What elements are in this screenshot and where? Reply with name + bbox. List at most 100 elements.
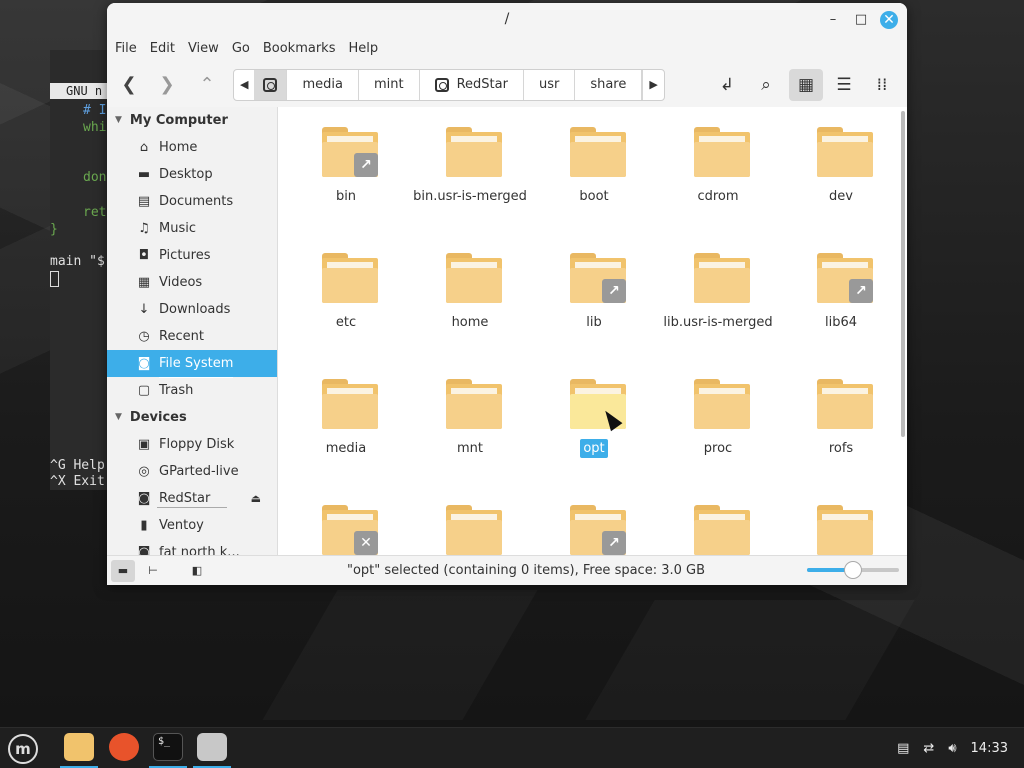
show-treeview-button[interactable]: ⊢ — [141, 560, 165, 582]
folder-item[interactable]: bin.usr-is-merged — [408, 107, 532, 227]
close-button[interactable]: ✕ — [880, 11, 898, 29]
sidebar-item-gparted-live[interactable]: ◎ GParted-live — [107, 458, 277, 485]
folder-icon — [817, 379, 873, 429]
breadcrumb-scroll-left[interactable]: ◀ — [234, 70, 254, 100]
menu-view[interactable]: View — [188, 37, 227, 63]
folder-icon — [694, 505, 750, 555]
minimize-button[interactable]: – — [824, 11, 842, 29]
menu-button[interactable]: m — [2, 728, 40, 768]
sidebar-item-redstar[interactable]: ◙ RedStar ⏏ — [107, 485, 277, 512]
breadcrumb-mint[interactable]: mint — [359, 70, 420, 100]
menu-help[interactable]: Help — [348, 37, 386, 63]
folder-item[interactable]: ↗ bin — [284, 107, 408, 227]
sidebar-item-documents[interactable]: ▤ Documents — [107, 188, 277, 215]
sidebar-item-file-system[interactable]: ◙ File System — [107, 350, 277, 378]
folder-item[interactable]: home — [408, 233, 532, 353]
sidebar-item-recent[interactable]: ◷ Recent — [107, 323, 277, 350]
folder-item[interactable]: mnt — [408, 359, 532, 479]
folder-item[interactable]: boot — [532, 107, 656, 227]
symlink-emblem-icon: ↗ — [849, 279, 873, 303]
list-view-button[interactable]: ☰ — [827, 69, 861, 101]
search-icon[interactable]: ⌕ — [749, 69, 783, 101]
menu-file[interactable]: File — [115, 37, 145, 63]
eject-icon[interactable]: ⏏ — [251, 485, 261, 512]
folder-icon: ↗ — [322, 127, 378, 177]
sidebar-item-music[interactable]: ♫ Music — [107, 215, 277, 242]
taskbar-firefox[interactable] — [105, 728, 143, 768]
hide-sidebar-button[interactable]: ◧ — [185, 560, 209, 582]
terminal-icon: $_ — [153, 733, 183, 761]
sidebar-item-fat-north-k[interactable]: ◙ fat north k... — [107, 539, 277, 555]
breadcrumb-media[interactable]: media — [287, 70, 359, 100]
folder-item[interactable] — [656, 485, 780, 555]
network-icon[interactable]: ⇄ — [923, 741, 934, 756]
folder-item[interactable]: media — [284, 359, 408, 479]
sidebar-item-label: Desktop — [159, 167, 213, 182]
usb-icon: ▮ — [140, 518, 148, 533]
symlink-emblem-icon: ↗ — [602, 531, 626, 555]
folder-icon — [322, 253, 378, 303]
menu-bookmarks[interactable]: Bookmarks — [263, 37, 344, 63]
forward-button[interactable]: ❯ — [151, 69, 183, 101]
sidebar-item-floppy-disk[interactable]: ▣ Floppy Disk — [107, 431, 277, 458]
breadcrumb-share[interactable]: share — [575, 70, 643, 100]
taskbar-disk-utility[interactable] — [193, 728, 231, 768]
up-button[interactable]: ⌃ — [191, 69, 223, 101]
section-title: My Computer — [129, 113, 228, 128]
sidebar-item-ventoy[interactable]: ▮ Ventoy — [107, 512, 277, 539]
folder-name: media — [325, 441, 367, 456]
sidebar-item-downloads[interactable]: ↓ Downloads — [107, 296, 277, 323]
folder-name: lib64 — [824, 315, 858, 330]
toggle-location-icon[interactable]: ↲ — [710, 69, 744, 101]
folder-name: lib.usr-is-merged — [663, 315, 773, 330]
folder-item[interactable]: ↗ lib64 — [779, 233, 903, 353]
sidebar-item-videos[interactable]: ▦ Videos — [107, 269, 277, 296]
clock[interactable]: 14:33 — [971, 741, 1008, 756]
taskbar-terminal[interactable]: $_ — [149, 728, 187, 768]
breadcrumb-redstar[interactable]: RedStar — [420, 70, 524, 100]
breadcrumb-root[interactable] — [254, 70, 288, 100]
breadcrumb-usr[interactable]: usr — [524, 70, 576, 100]
folder-item[interactable]: dev — [779, 107, 903, 227]
back-button[interactable]: ❮ — [113, 69, 145, 101]
notes-icon[interactable]: ▤ — [897, 741, 909, 756]
taskbar-files[interactable] — [60, 728, 98, 768]
folder-item[interactable]: lib.usr-is-merged — [656, 233, 780, 353]
sidebar-item-desktop[interactable]: ▬ Desktop — [107, 161, 277, 188]
sidebar-item-pictures[interactable]: ◘ Pictures — [107, 242, 277, 269]
titlebar[interactable]: / – □ ✕ — [107, 3, 907, 37]
folder-item[interactable]: cdrom — [656, 107, 780, 227]
compact-view-button[interactable]: ⁞⁞ — [865, 69, 899, 101]
folder-item[interactable]: proc — [656, 359, 780, 479]
maximize-button[interactable]: □ — [852, 11, 870, 29]
firefox-icon — [109, 733, 139, 761]
folder-item[interactable]: rofs — [779, 359, 903, 479]
folder-item[interactable] — [408, 485, 532, 555]
sidebar-item-trash[interactable]: ▢ Trash — [107, 377, 277, 404]
folder-name: lib — [586, 315, 602, 330]
sidebar-section-header[interactable]: ▼ Devices — [107, 404, 277, 431]
disk-utility-icon — [197, 733, 227, 761]
zoom-slider[interactable] — [807, 561, 899, 579]
breadcrumb-scroll-right[interactable]: ▶ — [642, 70, 663, 100]
folder-icon — [446, 505, 502, 555]
volume-icon[interactable]: 🔊︎ — [948, 741, 956, 756]
file-view[interactable]: ↗ bin bin.usr-is-merged boot cdrom dev etc home… — [277, 107, 907, 555]
mint-logo-icon: m — [8, 734, 38, 764]
zoom-slider-knob[interactable] — [844, 561, 862, 579]
sidebar-item-label: Music — [159, 221, 196, 236]
sidebar-section-header[interactable]: ▼ My Computer — [107, 107, 277, 134]
folder-item[interactable]: ↗ lib — [532, 233, 656, 353]
folder-name: proc — [703, 441, 733, 456]
menu-go[interactable]: Go — [232, 37, 258, 63]
folder-item[interactable]: ↗ — [532, 485, 656, 555]
sidebar-item-home[interactable]: ⌂ Home — [107, 134, 277, 161]
folder-item[interactable]: ✕ — [284, 485, 408, 555]
toolbar: ❮ ❯ ⌃ ◀ media mint RedStar usr share ▶ ↲… — [107, 67, 907, 107]
folder-item[interactable]: etc — [284, 233, 408, 353]
folder-item[interactable]: opt — [532, 359, 656, 479]
icon-view-button[interactable]: ▦ — [789, 69, 823, 101]
show-places-button[interactable]: ▬ — [111, 560, 135, 582]
menu-edit[interactable]: Edit — [150, 37, 183, 63]
folder-item[interactable] — [779, 485, 903, 555]
